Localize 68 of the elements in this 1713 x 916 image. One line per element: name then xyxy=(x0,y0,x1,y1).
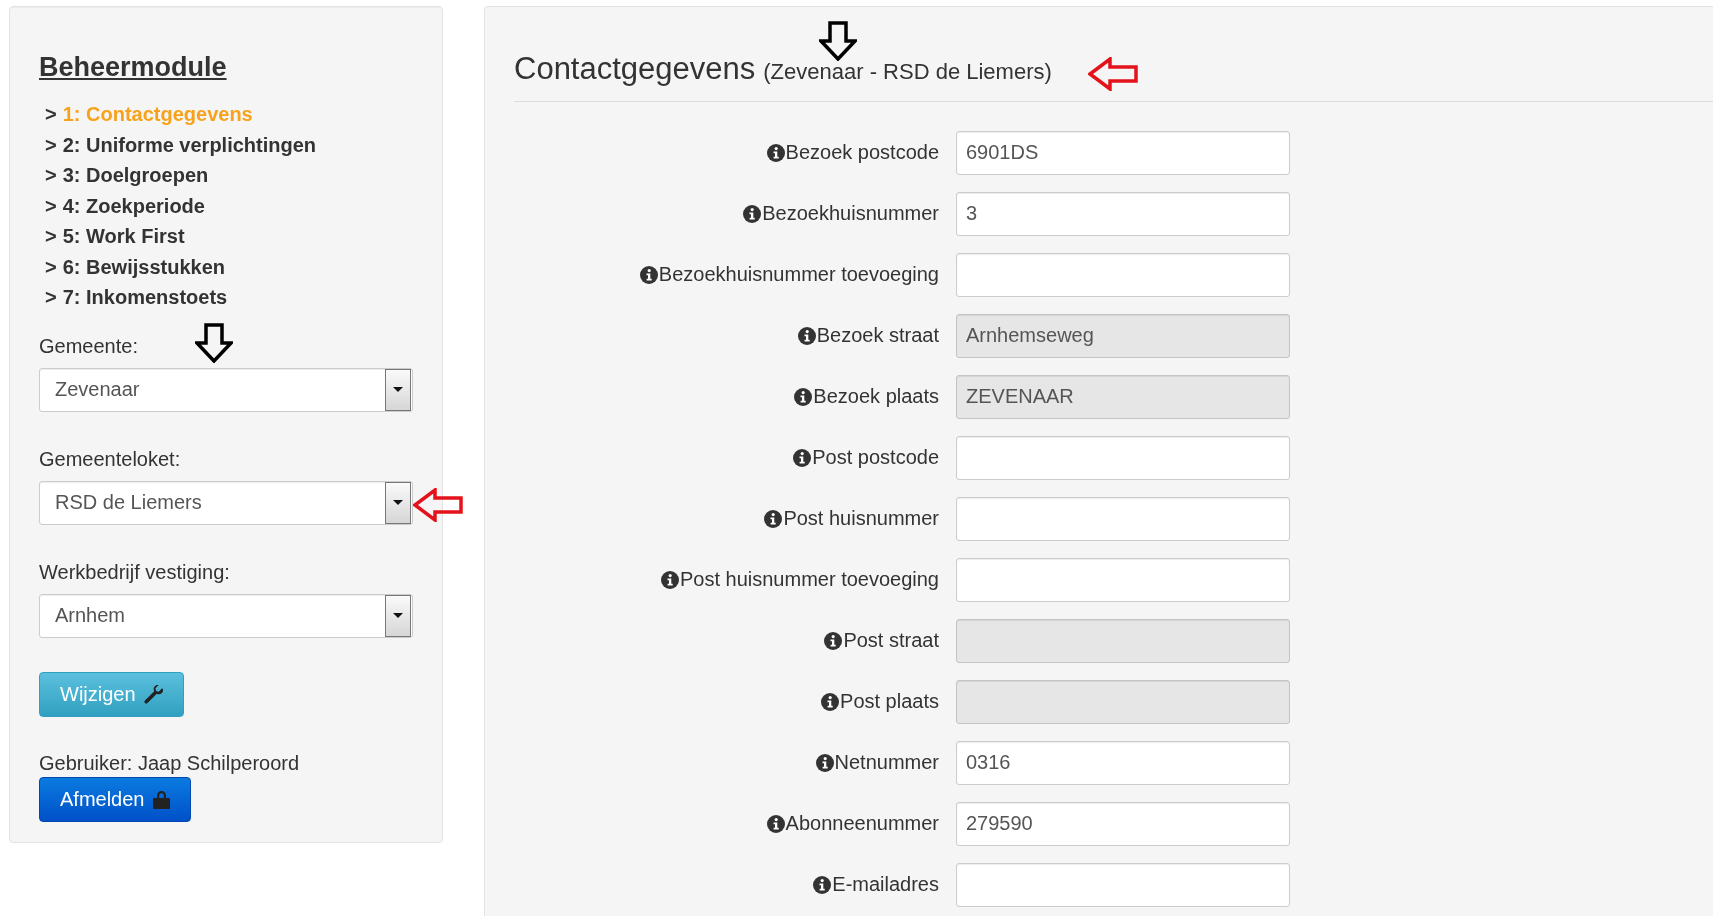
nav-marker: > xyxy=(45,285,57,310)
select-field[interactable]: Zevenaar xyxy=(39,367,413,412)
info-icon xyxy=(797,326,816,345)
field-label: Abonneenummer xyxy=(785,812,939,835)
panel-title: Beheermodule xyxy=(39,52,227,83)
field-label: Gemeenteloket: xyxy=(39,447,181,471)
input-field[interactable]: 0316 xyxy=(956,740,1290,785)
user-label: Gebruiker: Jaap Schilperoord xyxy=(39,751,301,775)
field-label: Post huisnummer xyxy=(783,507,939,530)
nav-marker: > xyxy=(45,254,57,280)
field-label: Bezoek straat xyxy=(816,324,939,347)
caret-icon xyxy=(393,613,403,618)
field-label: Post postcode xyxy=(812,446,939,469)
info-icon xyxy=(660,570,679,589)
input-field[interactable]: 6901DS xyxy=(956,130,1290,175)
lock-icon xyxy=(152,789,170,809)
info-icon xyxy=(639,265,658,284)
field-label: Bezoekhuisnummer toevoeging xyxy=(658,263,939,286)
field-label: Bezoekhuisnummer xyxy=(762,202,939,225)
info-icon xyxy=(821,692,840,711)
page-subtitle: (Zevenaar - RSD de Liemers) xyxy=(763,59,1052,85)
arrow-icon xyxy=(195,323,233,363)
select-field[interactable]: RSD de Liemers xyxy=(39,480,413,525)
arrow-icon xyxy=(413,488,463,522)
nav-marker: > xyxy=(45,102,57,127)
input-field[interactable] xyxy=(956,252,1290,297)
input-field[interactable] xyxy=(956,862,1290,907)
page-title: Contactgegevens xyxy=(514,51,756,87)
info-icon xyxy=(793,448,812,467)
nav-marker: > xyxy=(45,163,57,188)
wrench-icon xyxy=(143,684,163,704)
nav-marker: > xyxy=(45,132,57,158)
info-icon xyxy=(743,204,762,223)
arrow-icon xyxy=(819,21,857,61)
info-icon xyxy=(764,509,783,528)
arrow-icon xyxy=(1088,57,1138,91)
nav-link[interactable]: 4: Zoekperiode xyxy=(62,190,205,221)
info-icon xyxy=(766,143,785,162)
field-label: Gemeente: xyxy=(39,334,138,358)
field-label: Werkbedrijf vestiging: xyxy=(39,560,230,584)
field-label: Bezoek plaats xyxy=(813,385,939,408)
caret-icon xyxy=(393,387,403,392)
nav-marker: > xyxy=(45,193,57,219)
select-field[interactable]: Arnhem xyxy=(39,593,413,638)
nav-link[interactable]: 3: Doelgroepen xyxy=(62,160,209,191)
field-label: Post plaats xyxy=(840,690,939,713)
field-label: Bezoek postcode xyxy=(785,141,939,164)
field-label: Post straat xyxy=(843,629,939,652)
logout-button[interactable]: Afmelden xyxy=(39,776,191,822)
field-label: Post huisnummer toevoeging xyxy=(679,568,939,591)
input-field[interactable]: 279590 xyxy=(956,801,1290,846)
info-icon xyxy=(813,875,832,894)
input-field[interactable] xyxy=(956,557,1290,602)
nav-link[interactable]: 7: Inkomenstoets xyxy=(62,282,228,313)
input-field[interactable] xyxy=(956,435,1290,480)
caret-icon xyxy=(393,500,403,505)
input-field[interactable]: 3 xyxy=(956,191,1290,236)
field-label: Netnummer xyxy=(834,751,939,774)
info-icon xyxy=(766,814,785,833)
nav-link[interactable]: 6: Bewijsstukken xyxy=(62,251,225,282)
info-icon xyxy=(824,631,843,650)
info-icon xyxy=(815,753,834,772)
field-label: E-mailadres xyxy=(832,873,939,896)
input-field[interactable] xyxy=(956,496,1290,541)
info-icon xyxy=(794,387,813,406)
nav-marker: > xyxy=(45,224,57,249)
nav-link[interactable]: 2: Uniforme verplichtingen xyxy=(62,129,317,160)
nav-link[interactable]: 5: Work First xyxy=(62,221,185,252)
